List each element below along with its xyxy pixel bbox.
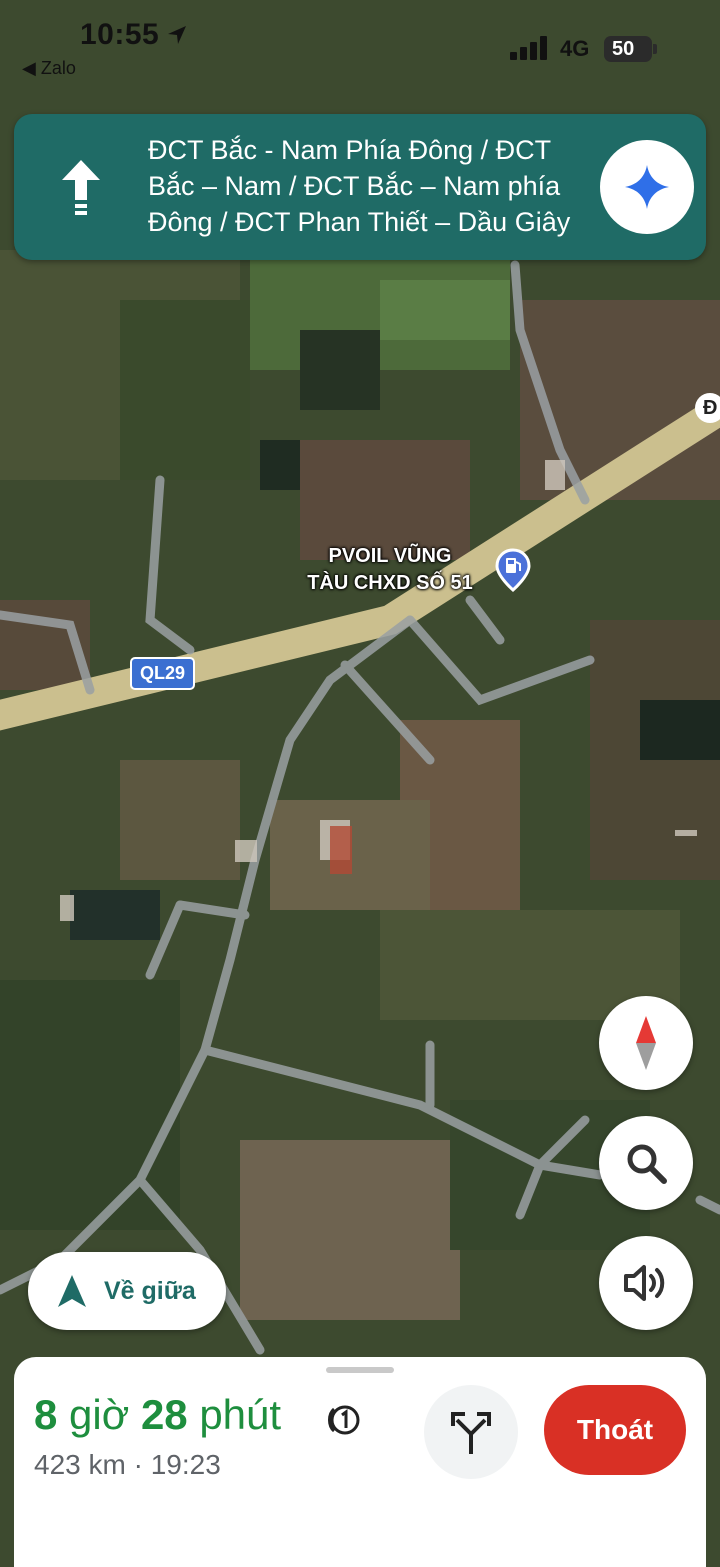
- search-button[interactable]: [599, 1116, 693, 1210]
- arrival-time: 19:23: [150, 1449, 221, 1480]
- duration-minutes-unit: phút: [199, 1391, 282, 1438]
- battery-level: 50: [612, 37, 635, 60]
- search-icon: [627, 1144, 667, 1184]
- back-to-zalo-link[interactable]: ◀ Zalo: [22, 58, 76, 79]
- duration-hours: 8: [34, 1391, 58, 1438]
- poi-name-line2: TÀU CHXD SỐ 51: [307, 572, 473, 594]
- gas-station-icon[interactable]: [495, 548, 531, 592]
- gemini-sparkle-icon: [625, 165, 669, 209]
- road-shield-ql29[interactable]: QL29: [130, 657, 196, 690]
- instruction-text: ĐCT Bắc - Nam Phía Đông / ĐCT Bắc – Nam …: [148, 135, 571, 237]
- location-arrow-icon: [168, 26, 186, 44]
- poi-label[interactable]: PVOIL VŨNG TÀU CHXD SỐ 51: [290, 543, 490, 597]
- trip-separator: ·: [133, 1449, 143, 1480]
- route-fork-icon: [451, 1412, 491, 1454]
- exit-navigation-button[interactable]: Thoát: [544, 1385, 686, 1475]
- volume-icon: [624, 1265, 665, 1301]
- trip-details: 423 km · 19:23: [34, 1449, 221, 1481]
- arrow-up-icon: [62, 160, 100, 215]
- recenter-label: Về giữa: [104, 1276, 196, 1305]
- recenter-button[interactable]: Về giữa: [28, 1252, 226, 1330]
- trip-duration: 8 giờ 28 phút: [34, 1391, 281, 1439]
- trip-distance: 423 km: [34, 1449, 126, 1480]
- instruction-banner[interactable]: ĐCT Bắc - Nam Phía Đông / ĐCT Bắc – Nam …: [14, 114, 706, 260]
- battery-icon: 50: [604, 36, 657, 62]
- sound-button[interactable]: [599, 1236, 693, 1330]
- duration-hours-unit: giờ: [69, 1391, 130, 1438]
- signal-icon: [510, 36, 547, 60]
- toll-info-icon[interactable]: [326, 1403, 360, 1437]
- alternate-routes-button[interactable]: [424, 1385, 518, 1479]
- gemini-button[interactable]: [600, 140, 694, 234]
- status-time: 10:55: [80, 18, 160, 51]
- poi-name-line1: PVOIL VŨNG: [328, 545, 452, 567]
- status-bar: 10:55 ◀ Zalo 4G 50: [0, 0, 720, 100]
- compass-icon: [636, 1016, 656, 1070]
- network-type: 4G: [560, 36, 590, 61]
- trip-summary-sheet[interactable]: 8 giờ 28 phút 423 km · 19:23 Thoát: [14, 1357, 706, 1567]
- duration-minutes: 28: [140, 1391, 188, 1438]
- compass-button[interactable]: [599, 996, 693, 1090]
- navigation-arrow-icon: [58, 1275, 86, 1307]
- road-edge-label: Đ: [695, 393, 720, 423]
- sheet-drag-handle[interactable]: [326, 1367, 394, 1373]
